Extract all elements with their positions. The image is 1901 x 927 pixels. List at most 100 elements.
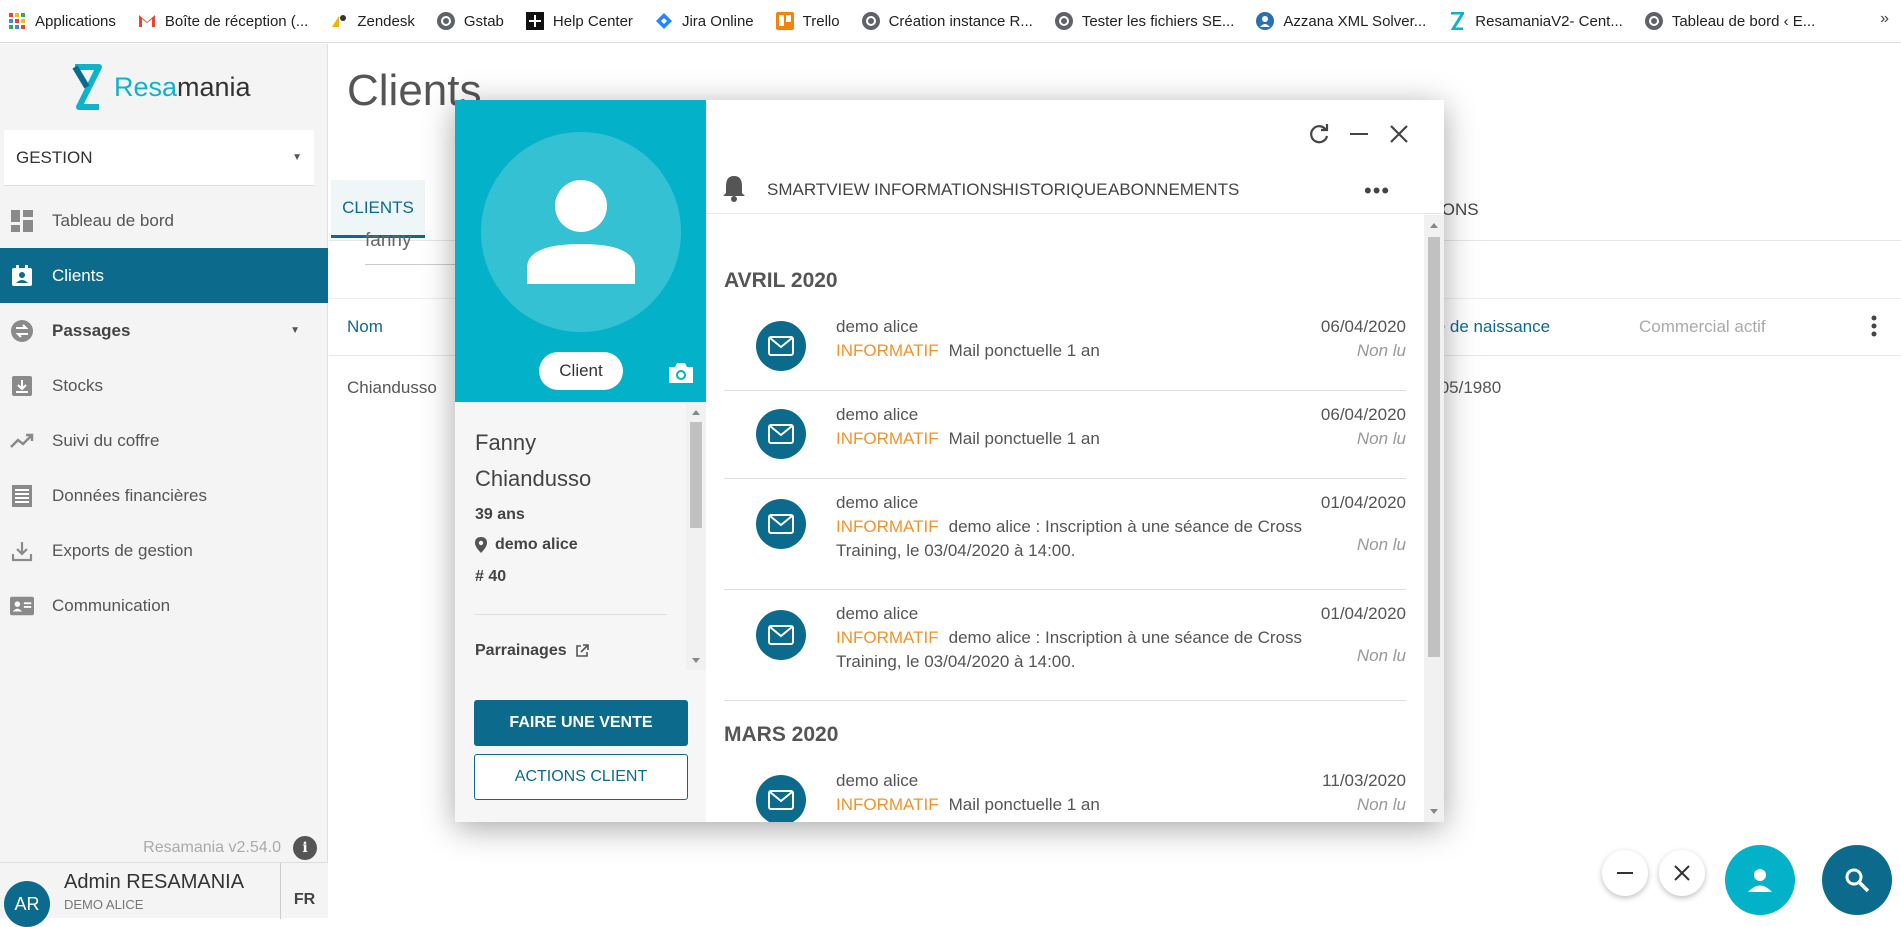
search-icon xyxy=(1845,868,1870,893)
bookmark-trello[interactable]: Trello xyxy=(775,12,840,30)
location-pin-icon xyxy=(475,537,487,553)
list-item[interactable]: demo alice INFORMATIF demo alice : Inscri… xyxy=(724,479,1406,590)
bookmarks-overflow-button[interactable]: » xyxy=(1880,10,1889,28)
tab-historique[interactable]: HISTORIQUE xyxy=(1002,180,1107,200)
language-switch[interactable]: FR xyxy=(280,863,328,919)
list-item[interactable]: demo alice INFORMATIF Mail ponctuelle 1 a… xyxy=(724,391,1406,479)
message-body: INFORMATIF demo alice : Inscription à une… xyxy=(836,626,1336,674)
bookmark-label: Trello xyxy=(802,12,840,30)
tab-abonnements[interactable]: ABONNEMENTS xyxy=(1108,180,1239,200)
parrainages-link[interactable]: Parrainages xyxy=(475,642,589,660)
external-link-icon xyxy=(575,644,589,657)
user-bar: AR Admin RESAMANIA DEMO ALICE FR xyxy=(0,862,328,927)
search-input[interactable]: fanny xyxy=(365,230,411,252)
sidebar-item-label: Exports de gestion xyxy=(52,540,193,560)
close-all-button[interactable] xyxy=(1659,850,1705,896)
column-header-commercial[interactable]: Commercial actif xyxy=(1639,317,1766,337)
feed-scrollbar[interactable] xyxy=(1424,215,1444,822)
minimize-all-button[interactable] xyxy=(1602,850,1648,896)
message-sender: demo alice xyxy=(836,604,919,623)
caret-down-icon: ▼ xyxy=(290,325,300,336)
bookmark-tester-fichiers[interactable]: Tester les fichiers SE... xyxy=(1054,12,1234,30)
globe-icon xyxy=(1054,12,1073,30)
zendesk-icon xyxy=(330,12,348,30)
avatar[interactable]: AR xyxy=(4,881,50,927)
message-date: 11/03/2020 xyxy=(1322,771,1406,790)
info-icon[interactable]: i xyxy=(293,836,317,860)
search-fab[interactable] xyxy=(1822,845,1892,915)
scroll-up-icon[interactable] xyxy=(692,410,700,415)
plus-square-icon xyxy=(525,12,544,30)
sidebar-item-exports-de-gestion[interactable]: Exports de gestion xyxy=(0,523,328,578)
bookmark-label: Gstab xyxy=(463,12,504,30)
profile-photo[interactable] xyxy=(481,132,681,332)
apps-grid-icon xyxy=(8,12,26,30)
user-name: Admin RESAMANIA xyxy=(64,871,245,893)
refresh-button[interactable] xyxy=(1299,114,1339,154)
minus-icon xyxy=(1350,133,1368,135)
column-header-nom[interactable]: Nom xyxy=(347,317,383,337)
tab-smartview[interactable]: SMARTVIEW xyxy=(767,180,870,200)
parrainages-label: Parrainages xyxy=(475,642,567,659)
profile-panel: Client Fanny Chiandusso 39 ans demo alic… xyxy=(455,100,706,822)
more-tabs-button[interactable]: ••• xyxy=(1364,178,1390,204)
refresh-icon xyxy=(1310,124,1329,144)
kebab-menu-icon[interactable] xyxy=(1869,315,1879,337)
client-location: demo alice xyxy=(475,536,578,554)
bookmark-creation-instance[interactable]: Création instance R... xyxy=(861,12,1033,30)
modal-window-controls xyxy=(1299,114,1419,154)
bookmark-gstab[interactable]: Gstab xyxy=(436,12,504,30)
scroll-up-icon[interactable] xyxy=(1430,223,1438,228)
tab-informations[interactable]: INFORMATIONS xyxy=(874,180,1003,200)
resamania-logo[interactable]: Resamania xyxy=(72,64,251,110)
message-status: Non lu xyxy=(1356,535,1406,554)
close-button[interactable] xyxy=(1379,114,1419,154)
message-date: 06/04/2020 xyxy=(1320,317,1406,336)
sidebar-item-stocks[interactable]: Stocks xyxy=(0,358,328,413)
profile-scrollbar[interactable] xyxy=(686,402,706,670)
dashboard-icon xyxy=(10,209,34,233)
bookmark-azzana[interactable]: Azzana XML Solver... xyxy=(1256,12,1426,30)
contact-card-icon xyxy=(10,264,34,288)
list-item[interactable]: demo alice INFORMATIF Mail ponctuelle 1 a… xyxy=(724,303,1406,391)
message-body: INFORMATIF Mail ponctuelle 1 an xyxy=(836,793,1336,817)
bookmark-tableau-de-bord[interactable]: Tableau de bord ‹ E... xyxy=(1644,12,1815,30)
camera-icon[interactable] xyxy=(667,362,695,389)
bookmark-applications[interactable]: Applications xyxy=(8,12,116,30)
scrollbar-thumb[interactable] xyxy=(690,422,702,528)
app-version: Resamania v2.54.0 i xyxy=(143,836,317,860)
minimize-button[interactable] xyxy=(1339,114,1379,154)
bookmark-gmail[interactable]: Boîte de réception (... xyxy=(138,12,308,30)
sidebar-item-suivi-du-coffre[interactable]: Suivi du coffre xyxy=(0,413,328,468)
jira-icon xyxy=(655,12,673,30)
bookmark-zendesk[interactable]: Zendesk xyxy=(330,12,415,30)
sidebar-item-donnees-financieres[interactable]: Données financières xyxy=(0,468,328,523)
globe-icon xyxy=(436,12,455,30)
sidebar-item-communication[interactable]: Communication xyxy=(0,578,328,633)
message-text: Mail ponctuelle 1 an xyxy=(948,795,1100,814)
table-cell-name[interactable]: Chiandusso xyxy=(347,378,437,398)
scroll-down-icon[interactable] xyxy=(692,658,700,663)
section-select[interactable]: GESTION ▼ xyxy=(4,130,314,186)
close-icon xyxy=(1674,865,1690,881)
column-header-date-naissance[interactable]: te de naissance xyxy=(1431,317,1550,337)
sidebar-item-tableau-de-bord[interactable]: Tableau de bord xyxy=(0,193,328,248)
faire-une-vente-button[interactable]: FAIRE UNE VENTE xyxy=(474,700,688,746)
list-item[interactable]: demo alice INFORMATIF Mail ponctuelle 1 a… xyxy=(724,757,1406,822)
section-select-label: GESTION xyxy=(16,147,93,167)
add-client-fab[interactable] xyxy=(1725,845,1795,915)
bookmark-jira[interactable]: Jira Online xyxy=(655,12,754,30)
minus-icon xyxy=(1617,872,1633,874)
bookmark-help-center[interactable]: Help Center xyxy=(525,12,633,30)
actions-client-button[interactable]: ACTIONS CLIENT xyxy=(474,754,688,800)
sidebar-item-clients[interactable]: Clients xyxy=(0,248,328,303)
scrollbar-thumb[interactable] xyxy=(1428,237,1440,657)
sidebar-item-passages[interactable]: Passages ▼ xyxy=(0,303,328,358)
list-item[interactable]: demo alice INFORMATIF demo alice : Inscri… xyxy=(724,590,1406,701)
scroll-down-icon[interactable] xyxy=(1430,809,1438,814)
client-location-text: demo alice xyxy=(495,536,578,553)
bell-icon[interactable] xyxy=(722,174,746,207)
message-status: Non lu xyxy=(1356,429,1406,448)
bookmark-resamania-v2[interactable]: ResamaniaV2- Cent... xyxy=(1448,12,1623,30)
download-icon xyxy=(10,539,34,563)
